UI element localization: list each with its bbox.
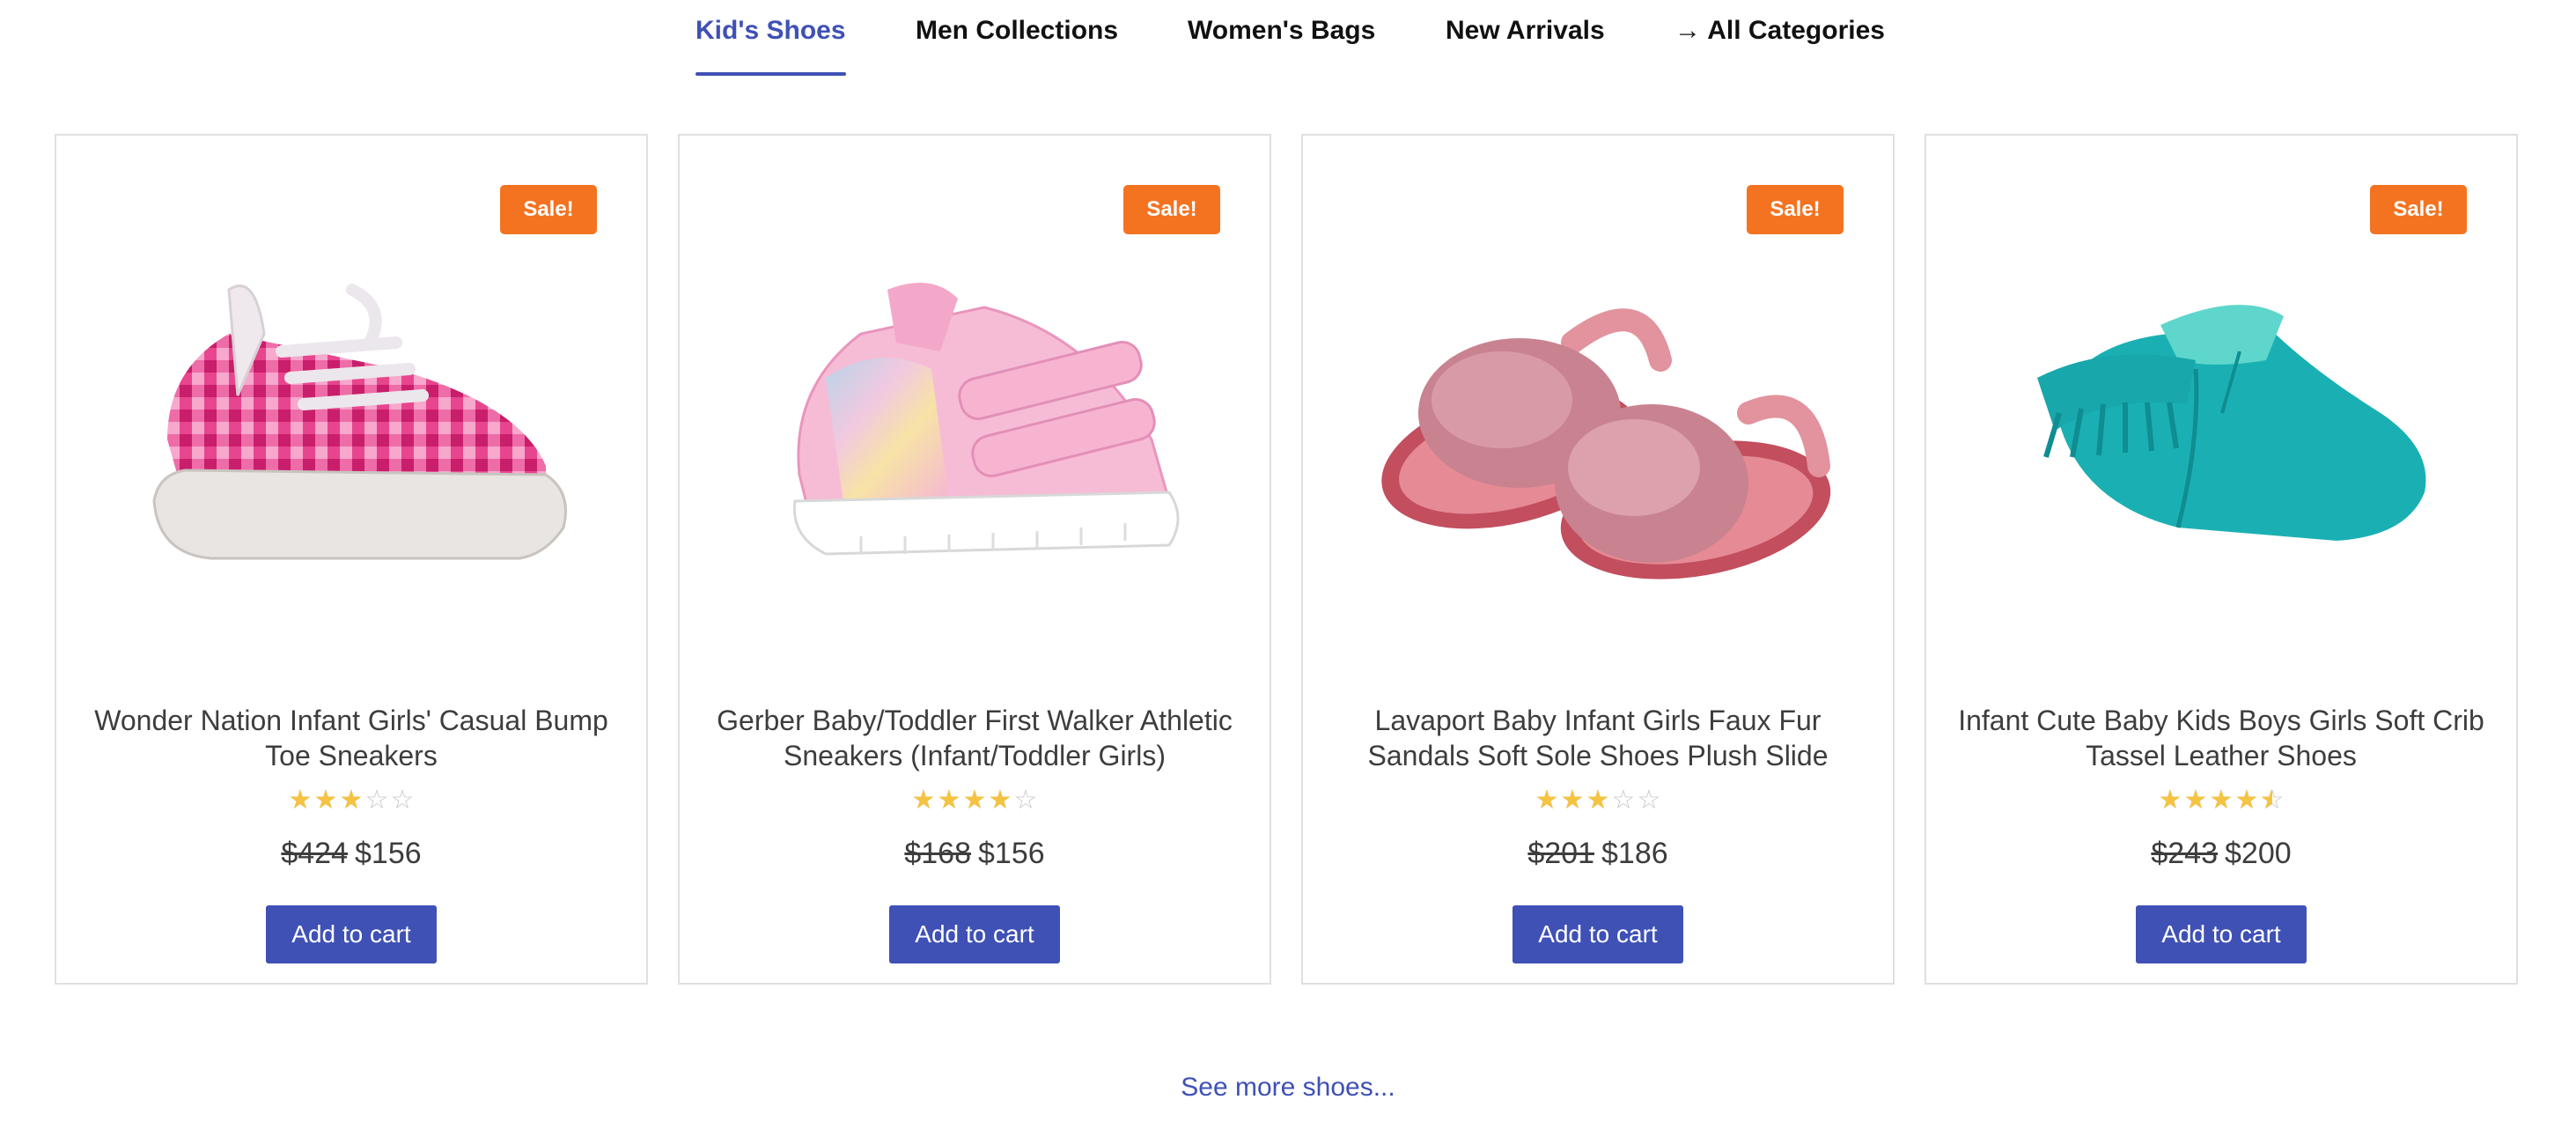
pink-glitter-sneaker-image — [792, 283, 1180, 556]
category-tabs: Kid's Shoes Men Collections Women's Bags… — [0, 0, 2576, 79]
product-price: $424 $156 — [56, 837, 646, 871]
star-icon: ☆ — [1611, 786, 1636, 815]
star-icon: ☆ ★ — [937, 786, 961, 815]
add-to-cart-button[interactable]: Add to cart — [889, 905, 1060, 963]
add-to-cart-button[interactable]: Add to cart — [266, 905, 437, 963]
star-icon: ☆ ★ — [911, 786, 936, 815]
star-icon: ☆ ★ — [962, 786, 987, 815]
star-icon: ☆ ★ — [2183, 786, 2208, 815]
pink-gingham-sneaker-image — [152, 284, 567, 560]
sale-price: $200 — [2225, 837, 2292, 870]
product-image[interactable] — [88, 171, 616, 690]
product-price: $243 $200 — [1926, 837, 2516, 871]
product-price: $201 $186 — [1303, 837, 1893, 871]
product-card: Sale! Lavaport Baby Infant Girls Faux Fu… — [1301, 134, 1895, 985]
sale-price: $156 — [355, 837, 422, 870]
sale-badge: Sale! — [2370, 185, 2467, 234]
star-icon: ☆ ★ — [2158, 786, 2182, 815]
product-card: Sale! Infant Cute Baby Kids Boys Girls S… — [1925, 134, 2518, 985]
pink-fur-sandals-image — [1381, 308, 1831, 579]
star-icon: ☆ ★ — [313, 786, 338, 815]
product-card: Sale! Wonder Nation Infant Girls' Casual… — [55, 134, 648, 985]
star-icon: ☆ — [1013, 786, 1038, 815]
add-to-cart-button[interactable]: Add to cart — [1512, 905, 1683, 963]
product-title[interactable]: Wonder Nation Infant Girls' Casual Bump … — [74, 703, 629, 773]
star-icon: ☆ ★ — [2234, 786, 2259, 815]
original-price: $201 — [1527, 837, 1594, 870]
star-icon: ☆ ★ — [288, 786, 313, 815]
sale-badge: Sale! — [1123, 185, 1220, 234]
product-title[interactable]: Gerber Baby/Toddler First Walker Athleti… — [697, 703, 1252, 773]
star-icon: ☆ ★ — [2209, 786, 2234, 815]
star-icon: ☆ ★ — [1560, 786, 1585, 815]
product-image[interactable] — [1958, 171, 2486, 690]
original-price: $424 — [281, 837, 348, 870]
tab-all-categories[interactable]: → All Categories — [1674, 16, 1885, 78]
tab-men-collections[interactable]: Men Collections — [916, 16, 1118, 78]
sale-price: $156 — [978, 837, 1045, 870]
tab-new-arrivals[interactable]: New Arrivals — [1446, 16, 1605, 78]
original-price: $243 — [2151, 837, 2218, 870]
rating-stars: ☆ ★ ☆ ★ ☆ ★ ☆ ★ ☆ ★ — [1926, 787, 2516, 814]
product-price: $168 $156 — [680, 837, 1270, 871]
rating-stars: ☆ ★ ☆ ★ ☆ ★ ☆ ★ ☆ — [680, 787, 1270, 814]
product-image[interactable] — [711, 171, 1240, 690]
star-icon: ☆ — [364, 786, 389, 815]
teal-moccasin-image — [2037, 305, 2426, 541]
star-icon: ☆ ★ — [339, 786, 364, 815]
star-icon: ☆ ★ — [1535, 786, 1559, 815]
tab-womens-bags[interactable]: Women's Bags — [1188, 16, 1375, 78]
original-price: $168 — [904, 837, 971, 870]
star-icon: ☆ — [1637, 786, 1661, 815]
tab-kids-shoes[interactable]: Kid's Shoes — [696, 16, 846, 78]
sale-badge: Sale! — [1747, 185, 1844, 234]
see-more-link[interactable]: See more shoes... — [0, 1073, 2576, 1103]
star-icon: ☆ ★ — [988, 786, 1012, 815]
product-title[interactable]: Lavaport Baby Infant Girls Faux Fur Sand… — [1321, 703, 1875, 773]
rating-stars: ☆ ★ ☆ ★ ☆ ★ ☆ ☆ — [1303, 787, 1893, 814]
star-icon: ☆ ★ — [1586, 786, 1610, 815]
product-title[interactable]: Infant Cute Baby Kids Boys Girls Soft Cr… — [1944, 703, 2499, 773]
rating-stars: ☆ ★ ☆ ★ ☆ ★ ☆ ☆ — [56, 787, 646, 814]
sale-badge: Sale! — [500, 185, 597, 234]
product-card: Sale! Gerber Baby/Toddler First Walker A… — [678, 134, 1271, 985]
star-icon: ☆ — [390, 786, 415, 815]
add-to-cart-button[interactable]: Add to cart — [2136, 905, 2307, 963]
sale-price: $186 — [1601, 837, 1668, 870]
product-image[interactable] — [1335, 171, 1863, 690]
star-icon: ☆ ★ — [2259, 786, 2285, 815]
